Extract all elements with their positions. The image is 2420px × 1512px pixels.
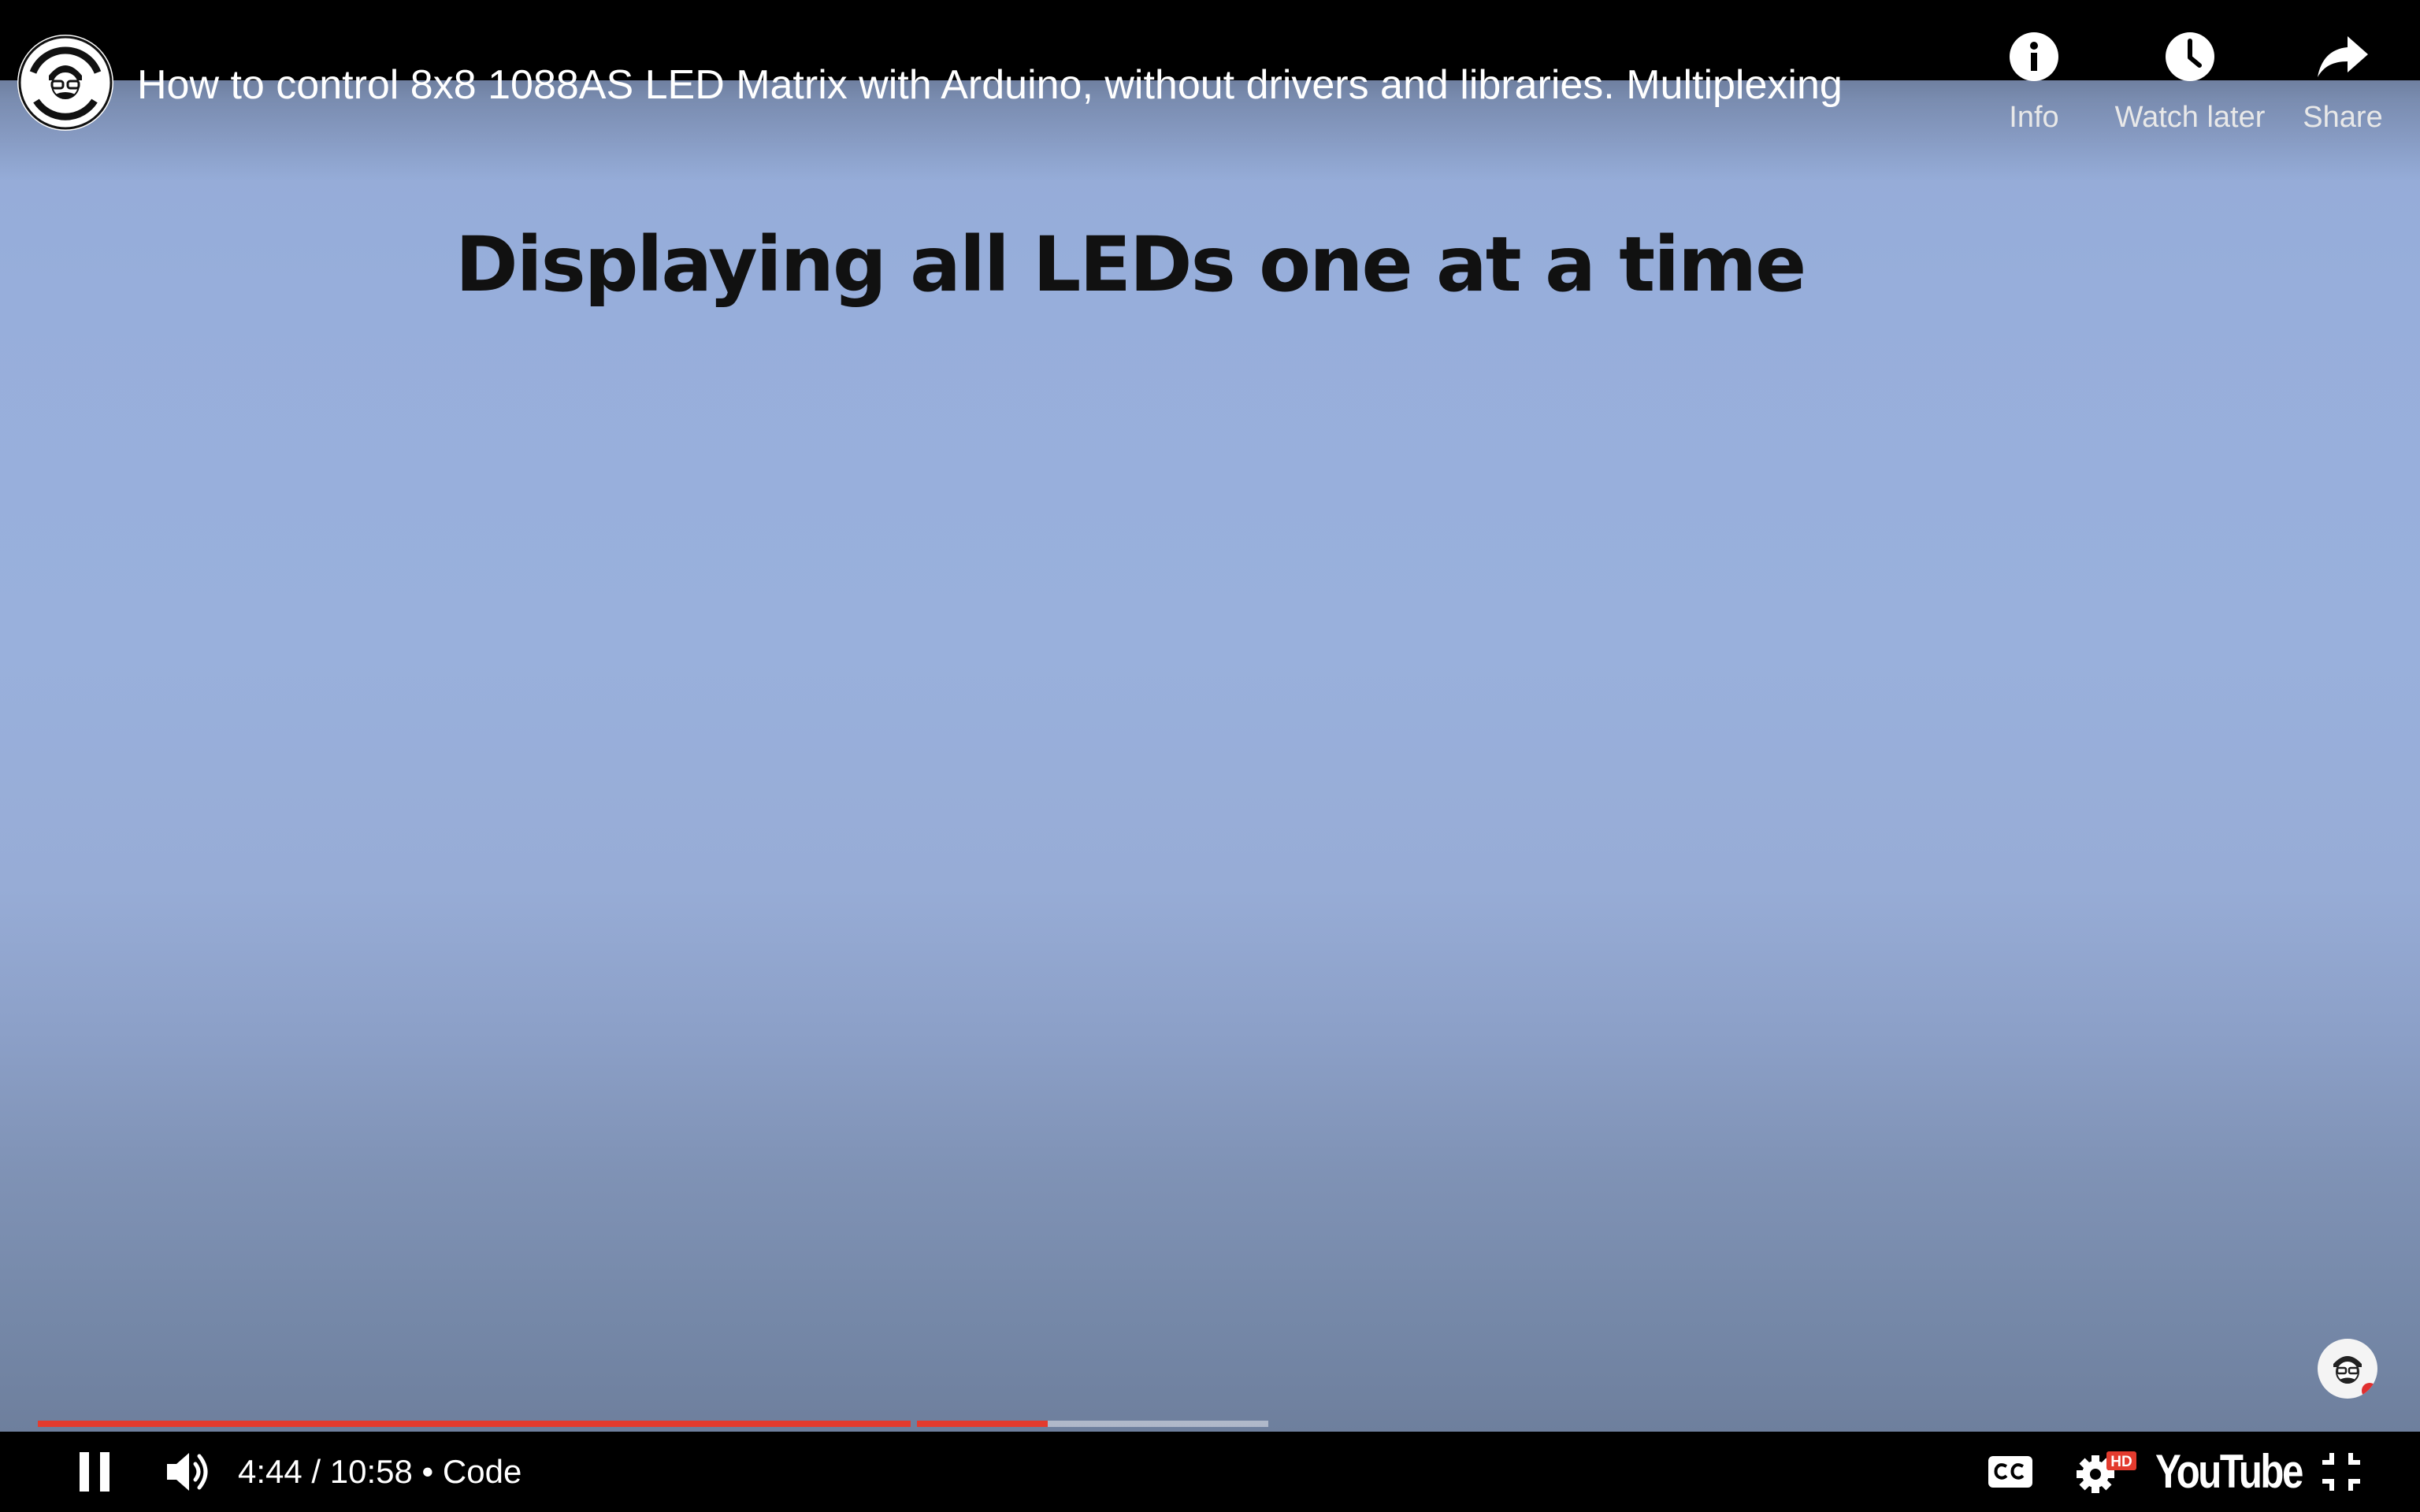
chapter-segment[interactable] (917, 1421, 1268, 1427)
share-arrow-icon (2318, 36, 2368, 77)
pause-icon (80, 1452, 109, 1492)
cc-icon (1988, 1456, 2032, 1488)
chapter-segment[interactable] (38, 1421, 911, 1427)
channel-avatar[interactable] (17, 35, 113, 131)
chapter-title[interactable]: Code (443, 1453, 521, 1490)
share-button[interactable]: Share (2288, 28, 2398, 146)
mario-ideas-avatar-icon (18, 35, 113, 130)
time-current-total: 4:44 / 10:58 (238, 1453, 413, 1490)
slide-title: Displaying all LEDs one at a time (455, 220, 1806, 309)
chapter-gap (1276, 1421, 1278, 1427)
share-label: Share (2303, 101, 2383, 134)
pause-button[interactable] (60, 1432, 129, 1512)
volume-button[interactable] (154, 1432, 224, 1512)
info-label: Info (2009, 101, 2059, 134)
control-bar: 4:44 / 10:58 • Code HD YouTube (0, 1432, 2420, 1512)
chapter-separator: • (421, 1453, 434, 1490)
exit-fullscreen-icon (2322, 1453, 2360, 1491)
video-frame[interactable]: Displaying all LEDs one at a time (0, 0, 2420, 1432)
played-progress (917, 1421, 1048, 1427)
clock-icon (2166, 32, 2214, 81)
settings-gear-icon: HD (2077, 1451, 2136, 1493)
exit-fullscreen-button[interactable] (2307, 1432, 2376, 1512)
youtube-logo[interactable]: YouTube (2155, 1432, 2303, 1512)
volume-icon (167, 1453, 208, 1491)
hd-badge: HD (2110, 1454, 2132, 1470)
time-display: 4:44 / 10:58 • Code (238, 1432, 521, 1512)
video-title[interactable]: How to control 8x8 1088AS LED Matrix wit… (137, 61, 1843, 109)
watch-later-label: Watch later (2114, 101, 2266, 134)
channel-watermark[interactable] (2318, 1339, 2377, 1399)
played-progress (38, 1421, 911, 1427)
settings-button[interactable]: HD (2069, 1432, 2147, 1512)
info-icon (2010, 32, 2058, 81)
video-player[interactable]: Displaying all LEDs one at a time How to… (0, 0, 2420, 1512)
progress-bar[interactable] (38, 1421, 2382, 1427)
watch-later-button[interactable]: Watch later (2102, 28, 2278, 146)
info-button[interactable]: Info (1947, 28, 2121, 146)
captions-button[interactable] (1979, 1432, 2042, 1512)
watermark-badge (2362, 1383, 2377, 1399)
